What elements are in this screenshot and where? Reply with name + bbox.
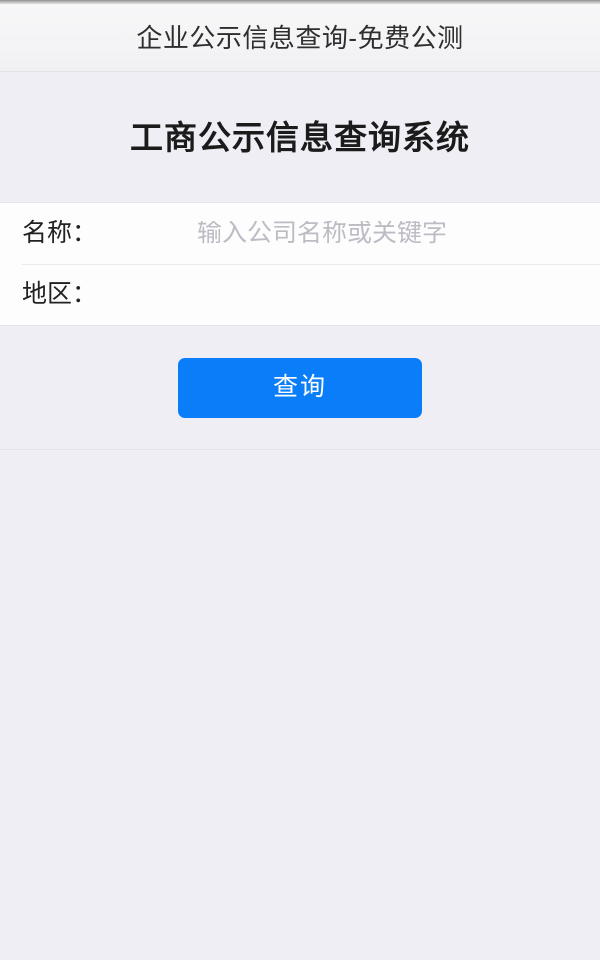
results-list bbox=[0, 450, 600, 960]
form-row-region[interactable]: 地区： bbox=[0, 264, 600, 325]
app-root: 企业公示信息查询-免费公测 工商公示信息查询系统 名称： 输入公司名称或关键字 … bbox=[0, 0, 600, 960]
page-heading-section: 工商公示信息查询系统 bbox=[0, 72, 600, 202]
form-row-company-name[interactable]: 名称： 输入公司名称或关键字 bbox=[0, 203, 600, 264]
search-form: 名称： 输入公司名称或关键字 地区： bbox=[0, 202, 600, 326]
company-name-label: 名称： bbox=[22, 219, 98, 247]
app-titlebar: 企业公示信息查询-免费公测 bbox=[0, 4, 600, 72]
region-label: 地区： bbox=[22, 280, 98, 308]
company-name-input[interactable]: 输入公司名称或关键字 bbox=[197, 221, 578, 246]
action-bar: 查询 bbox=[0, 326, 600, 450]
search-button[interactable]: 查询 bbox=[178, 357, 422, 418]
app-title: 企业公示信息查询-免费公测 bbox=[136, 22, 464, 53]
page-title: 工商公示信息查询系统 bbox=[130, 118, 470, 156]
